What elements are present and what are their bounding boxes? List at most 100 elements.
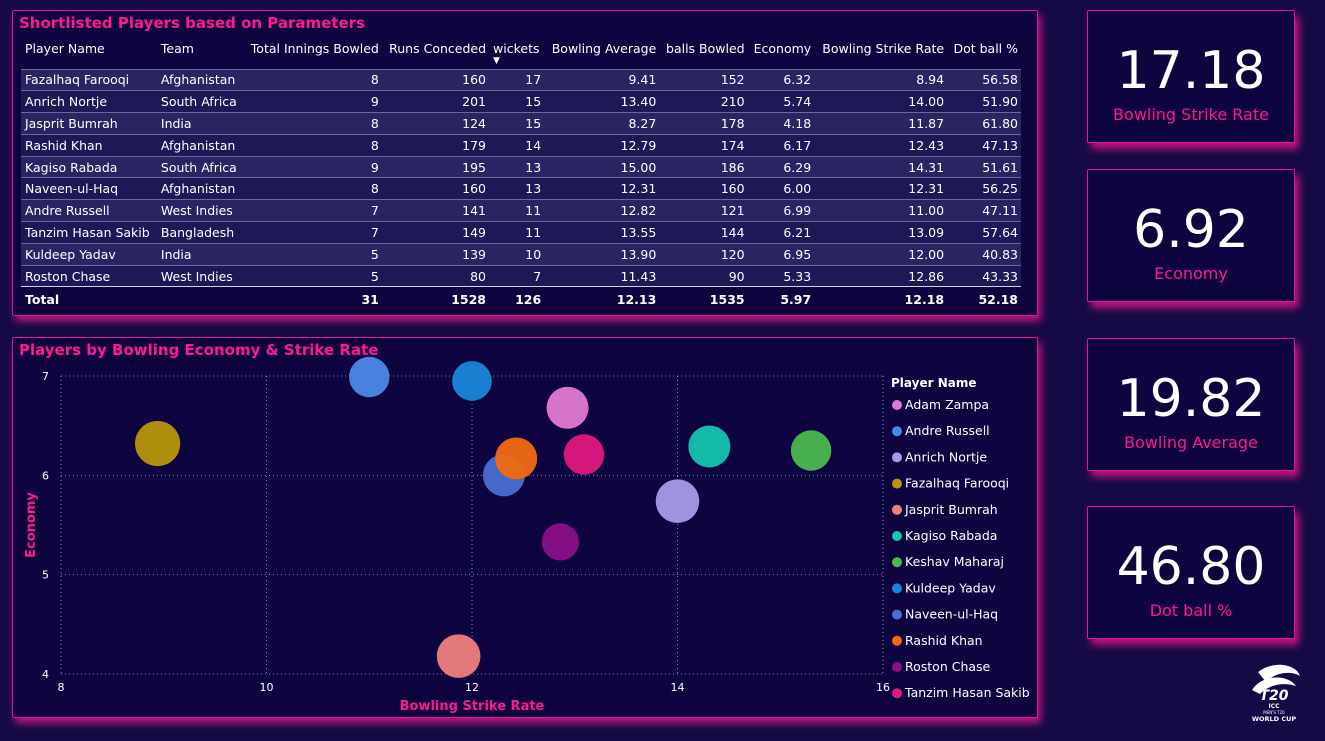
table-cell: 5.33 [747, 264, 815, 287]
table-cell: India [156, 242, 243, 266]
legend-marker [892, 609, 902, 620]
table-cell: 15 [489, 90, 545, 113]
table-row[interactable]: Roston Chase West Indies 5 80 7 11.43 90 5.33 12… [21, 264, 1021, 287]
y-axis-label: Economy [24, 492, 39, 558]
scatter-point [349, 356, 390, 398]
legend-item-label: Keshav Maharaj [905, 554, 1004, 569]
table-cell: 61.80 [947, 112, 1021, 135]
table-cell: 47.13 [947, 133, 1021, 157]
table-cell: Kuldeep Yadav [21, 242, 157, 266]
table-cell: 7 [489, 264, 545, 287]
table-cell: 4.18 [747, 112, 815, 135]
table-cell: 12.31 [814, 177, 948, 200]
table-row[interactable]: Rashid Khan Afghanistan 8 179 14 12.79 174 6.17… [21, 133, 1021, 157]
col-header-balls-bowled[interactable]: balls Bowled [659, 39, 747, 69]
table-cell: 186 [659, 155, 748, 178]
kpi-card-dot-ball: 46.80 Dot ball % [1087, 506, 1295, 639]
table-cell: Jasprit Bumrah [21, 112, 157, 135]
table-cell: 160 [659, 177, 748, 200]
table-cell: 11.00 [814, 199, 948, 222]
sort-descending-icon: ▼ [493, 56, 500, 66]
kpi-value-economy: 6.92 [1133, 200, 1249, 260]
legend-title: Player Name [891, 376, 976, 390]
table-cell: 195 [381, 155, 490, 178]
x-tick-label: 16 [876, 681, 890, 694]
legend-marker [892, 688, 902, 699]
table-total-row: Total 31 1528 126 12.13 1535 5.97 12.18 52.18 [21, 286, 1021, 311]
legend-item-label: Adam Zampa [905, 397, 989, 412]
total-cell: 5.97 [747, 286, 815, 311]
table-cell: 13 [489, 155, 545, 178]
scatter-point [563, 434, 605, 475]
table-cell: 13.90 [544, 242, 660, 266]
x-tick-label: 8 [58, 681, 65, 694]
table-row[interactable]: Tanzim Hasan Sakib Bangladesh 7 149 11 13.55 1… [21, 221, 1021, 244]
table-cell: 5 [242, 242, 382, 266]
col-header-team[interactable]: Team [157, 39, 243, 69]
legend-item-label: Fazalhaq Farooqi [905, 476, 1009, 491]
table-row[interactable]: Andre Russell West Indies 7 141 11 12.82 121 6.… [21, 199, 1021, 222]
kpi-label-economy: Economy [1154, 264, 1228, 283]
table-cell: India [156, 112, 243, 135]
table-cell: 90 [659, 264, 748, 287]
table-cell: 9.41 [544, 68, 660, 91]
table-cell: West Indies [156, 264, 243, 287]
table-body: Fazalhaq Farooqi Afghanistan 8 160 17 9.41 152… [21, 68, 1021, 311]
legend-item-label: Andre Russell [905, 423, 990, 438]
x-axis-label: Bowling Strike Rate [400, 699, 545, 714]
scatter-point [436, 634, 481, 678]
table-cell: 6.29 [747, 155, 815, 178]
table-row[interactable]: Fazalhaq Farooqi Afghanistan 8 160 17 9.41 152… [21, 68, 1021, 91]
total-cell: Total [21, 286, 157, 311]
col-header-innings[interactable]: Total Innings Bowled [242, 39, 381, 69]
table-cell: 149 [381, 221, 490, 244]
scatter-chart: 8 10 12 14 16 4 5 6 7 Bowling Strike Rate Economy P… [24, 356, 1030, 714]
legend-marker [892, 583, 902, 594]
legend-marker [892, 478, 902, 489]
table-cell: 6.95 [747, 242, 815, 266]
col-header-dot-ball[interactable]: Dot ball % [947, 39, 1021, 69]
table-cell: Andre Russell [21, 199, 157, 222]
table-cell: 15.00 [544, 155, 660, 178]
table-cell: 7 [242, 221, 382, 244]
col-header-economy[interactable]: Economy [748, 39, 815, 69]
table-cell: South Africa [156, 90, 243, 113]
kpi-card-bowling-average: 19.82 Bowling Average [1087, 338, 1295, 471]
table-cell: 80 [381, 264, 490, 287]
total-cell: 1528 [381, 286, 490, 311]
table-row[interactable]: Jasprit Bumrah India 8 124 15 8.27 178 4.18 11.8… [21, 112, 1021, 135]
table-title: Shortlisted Players based on Parameters [19, 14, 365, 32]
table-row[interactable]: Naveen-ul-Haq Afghanistan 8 160 13 12.31 160 6.… [21, 177, 1021, 200]
legend-item-label: Jasprit Bumrah [904, 502, 998, 517]
table-cell: 51.61 [947, 155, 1021, 178]
table-cell: 12.79 [544, 133, 660, 157]
legend-marker [892, 452, 902, 463]
table-row[interactable]: Anrich Nortje South Africa 9 201 15 13.40 210 5… [21, 90, 1021, 113]
total-cell: 31 [242, 286, 382, 311]
scatter-chart-panel: Players by Bowling Economy & Strike Rate… [12, 337, 1038, 718]
table-cell: South Africa [156, 155, 243, 178]
table-row[interactable]: Kagiso Rabada South Africa 9 195 13 15.00 186 6… [21, 155, 1021, 178]
col-header-wickets[interactable]: wickets ▼ [489, 39, 544, 69]
kpi-label-dot-ball: Dot ball % [1149, 601, 1233, 620]
table-cell: 57.64 [947, 221, 1021, 244]
table-cell: Fazalhaq Farooqi [21, 68, 157, 91]
col-header-strike-rate[interactable]: Bowling Strike Rate [814, 39, 947, 69]
scatter-point [546, 386, 589, 429]
table-cell: 6.99 [747, 199, 815, 222]
table-row[interactable]: Kuldeep Yadav India 5 139 10 13.90 120 6.95 12.0… [21, 242, 1021, 266]
col-header-bowling-average[interactable]: Bowling Average [544, 39, 659, 69]
legend-marker [892, 531, 902, 541]
table-cell: 43.33 [947, 264, 1021, 287]
col-header-player-name[interactable]: Player Name [21, 39, 157, 69]
table-cell: 14.00 [814, 90, 948, 113]
table-cell: 47.11 [947, 199, 1021, 222]
total-cell: 52.18 [947, 286, 1021, 311]
y-tick-label: 7 [42, 370, 49, 383]
col-header-runs[interactable]: Runs Conceded [382, 39, 489, 69]
col-header-wickets-label: wickets [493, 41, 540, 56]
table-cell: Afghanistan [156, 177, 243, 200]
table-cell: 124 [381, 112, 490, 135]
table-cell: Naveen-ul-Haq [21, 177, 157, 200]
total-cell: 1535 [659, 286, 748, 311]
